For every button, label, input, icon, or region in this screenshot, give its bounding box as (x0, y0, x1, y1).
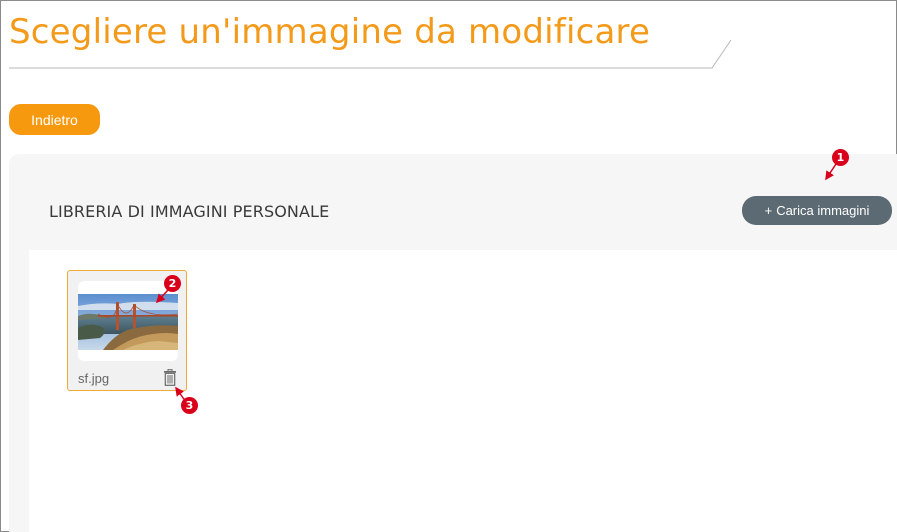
annotation-marker-3: 3 (181, 397, 198, 414)
trash-icon[interactable] (163, 369, 177, 386)
back-button[interactable]: Indietro (9, 104, 100, 135)
annotation-marker-1: 1 (832, 149, 849, 166)
image-filename: sf.jpg (78, 371, 110, 386)
upload-images-button[interactable]: + Carica immagini (742, 196, 892, 225)
golden-gate-photo (78, 294, 178, 350)
image-thumbnail[interactable] (78, 281, 178, 361)
library-title: LIBRERIA DI IMMAGINI PERSONALE (49, 202, 330, 221)
title-underline (9, 40, 732, 69)
annotation-marker-2: 2 (164, 275, 181, 292)
plus-icon: + (764, 203, 773, 218)
upload-images-label: Carica immagini (776, 203, 870, 218)
